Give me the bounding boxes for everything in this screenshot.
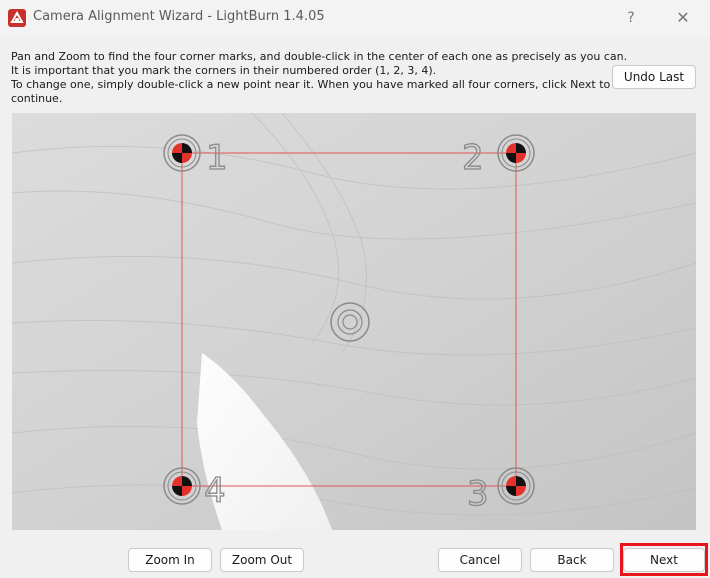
camera-view[interactable]: 1 2 4 3 xyxy=(12,113,696,530)
corner-label-1: 1 xyxy=(206,138,228,178)
zoom-out-button[interactable]: Zoom Out xyxy=(220,548,304,572)
close-icon[interactable]: ✕ xyxy=(672,7,694,29)
instruction-line-3: To change one, simply double-click a new… xyxy=(11,78,611,91)
instruction-line-4: continue. xyxy=(11,92,63,105)
cancel-button[interactable]: Cancel xyxy=(438,548,522,572)
zoom-in-button[interactable]: Zoom In xyxy=(128,548,212,572)
corner-label-2: 2 xyxy=(462,138,484,178)
corner-label-4: 4 xyxy=(204,471,226,511)
back-button[interactable]: Back xyxy=(530,548,614,572)
help-icon[interactable]: ? xyxy=(620,7,642,29)
window-title: Camera Alignment Wizard - LightBurn 1.4.… xyxy=(33,9,325,24)
instruction-line-1: Pan and Zoom to find the four corner mar… xyxy=(11,50,628,63)
lightburn-app-icon xyxy=(8,9,26,27)
corner-label-3: 3 xyxy=(467,474,489,514)
next-button-highlight xyxy=(620,543,708,576)
title-bar: Camera Alignment Wizard - LightBurn 1.4.… xyxy=(0,0,710,36)
instruction-line-2: It is important that you mark the corner… xyxy=(11,64,437,77)
undo-last-button[interactable]: Undo Last xyxy=(612,65,696,89)
